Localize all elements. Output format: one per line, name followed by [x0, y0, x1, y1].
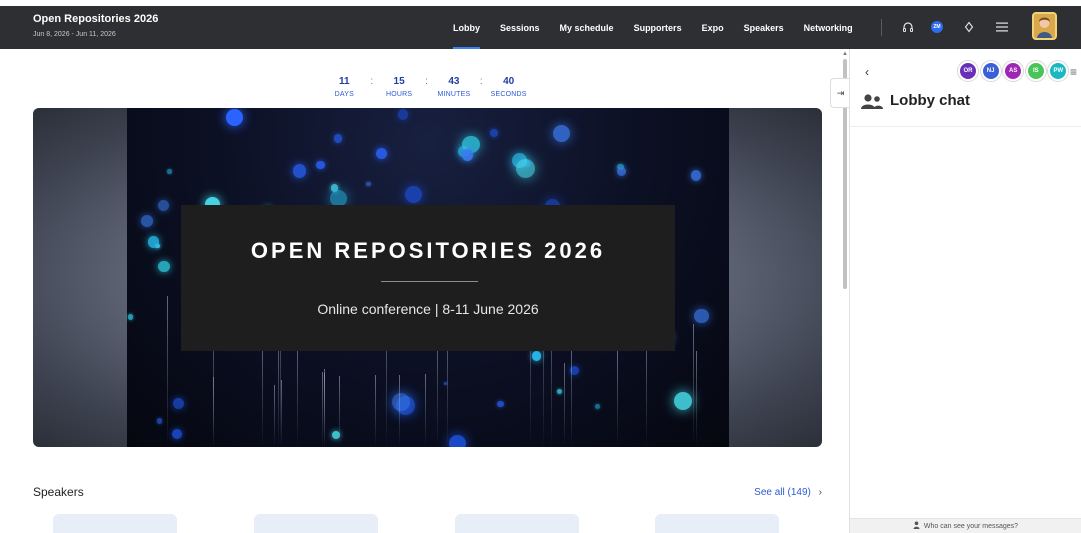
banner-title: OPEN REPOSITORIES 2026 [250, 238, 606, 263]
see-all-speakers-label: See all (149) [754, 487, 811, 498]
top-navigation-bar: Open Repositories 2026 Jun 8, 2026 - Jun… [0, 6, 1081, 49]
event-dates: Jun 8, 2026 - Jun 11, 2026 [33, 31, 116, 38]
chat-title: Lobby chat [890, 92, 971, 109]
chevron-right-icon: › [818, 487, 822, 498]
lobby-chat-panel: ‹ OR NJ AS IS PW ≡ Lobby chat Who can se… [849, 49, 1081, 533]
countdown-minutes: 43 MINUTES [434, 76, 474, 98]
banner-subtitle: Online conference | 8-11 June 2026 [317, 301, 539, 317]
collapse-chat-icon[interactable]: ⇥ [830, 78, 850, 108]
nav-supporters[interactable]: Supporters [624, 6, 692, 49]
see-all-speakers-link[interactable]: See all (149) › [754, 487, 822, 498]
main-nav: Lobby Sessions My schedule Supporters Ex… [443, 6, 863, 49]
user-avatar[interactable] [1032, 12, 1057, 40]
banner-title-divider [381, 281, 478, 282]
chat-participants[interactable]: OR NJ AS IS PW [958, 61, 1071, 81]
message-visibility-link[interactable]: Who can see your messages? [850, 518, 1081, 533]
speaker-card[interactable] [254, 514, 378, 533]
chat-divider [850, 126, 1081, 127]
countdown-days-value: 11 [339, 76, 350, 87]
participant-avatar[interactable]: NJ [980, 61, 1001, 81]
countdown-hours: 15 HOURS [379, 76, 419, 98]
countdown-seconds-value: 40 [503, 76, 515, 87]
participant-avatar[interactable]: AS [1003, 61, 1024, 81]
notifications-icon[interactable] [958, 15, 980, 39]
chat-header: Lobby chat [860, 92, 970, 109]
event-title: Open Repositories 2026 [33, 13, 159, 25]
speaker-card[interactable] [53, 514, 177, 533]
countdown-days-label: DAYS [334, 91, 354, 98]
countdown-minutes-value: 43 [448, 76, 460, 87]
zoom-badge: ZM [931, 21, 943, 33]
message-visibility-label: Who can see your messages? [923, 522, 1019, 530]
chat-menu-icon[interactable]: ≡ [1070, 65, 1077, 79]
nav-divider [881, 19, 882, 36]
nav-networking[interactable]: Networking [794, 6, 863, 49]
nav-lobby[interactable]: Lobby [443, 6, 490, 49]
countdown-separator: : [370, 76, 374, 87]
countdown-hours-label: HOURS [385, 91, 413, 98]
app-window: Open Repositories 2026 Jun 8, 2026 - Jun… [0, 0, 1081, 533]
participant-avatar[interactable]: PW [1048, 61, 1069, 81]
scroll-up-icon[interactable]: ▲ [842, 51, 848, 57]
person-lock-icon [913, 521, 921, 531]
countdown-minutes-label: MINUTES [437, 91, 471, 98]
countdown-seconds-label: SECONDS [490, 91, 527, 98]
headphones-icon[interactable] [897, 15, 919, 39]
nav-sessions[interactable]: Sessions [490, 6, 550, 49]
speaker-card[interactable] [455, 514, 579, 533]
countdown-separator: : [479, 76, 483, 87]
main-scrollbar[interactable]: ▲ [842, 49, 848, 533]
banner-title-card: OPEN REPOSITORIES 2026 Online conference… [181, 205, 675, 351]
event-countdown: 11 DAYS : 15 HOURS : 43 MINUTES : 40 SEC… [0, 76, 837, 98]
lobby-main: 11 DAYS : 15 HOURS : 43 MINUTES : 40 SEC… [0, 49, 837, 533]
nav-expo[interactable]: Expo [692, 6, 734, 49]
event-banner: OPEN REPOSITORIES 2026 Online conference… [33, 108, 822, 447]
participant-avatar[interactable]: IS [1025, 61, 1046, 81]
nav-my-schedule[interactable]: My schedule [550, 6, 624, 49]
nav-speakers[interactable]: Speakers [734, 6, 794, 49]
participant-avatar[interactable]: OR [958, 61, 978, 81]
countdown-separator: : [425, 76, 428, 87]
countdown-days: 11 DAYS [324, 76, 364, 98]
menu-icon[interactable] [991, 15, 1013, 39]
people-icon [861, 93, 883, 109]
countdown-seconds: 40 SECONDS [489, 76, 529, 98]
event-brand[interactable]: Open Repositories 2026 Jun 8, 2026 - Jun… [33, 13, 158, 38]
zoom-status-icon[interactable]: ZM [926, 15, 948, 39]
speakers-heading: Speakers [33, 485, 84, 499]
chevron-left-icon[interactable]: ‹ [865, 65, 869, 79]
countdown-hours-value: 15 [393, 76, 405, 87]
speaker-card[interactable] [655, 514, 779, 533]
